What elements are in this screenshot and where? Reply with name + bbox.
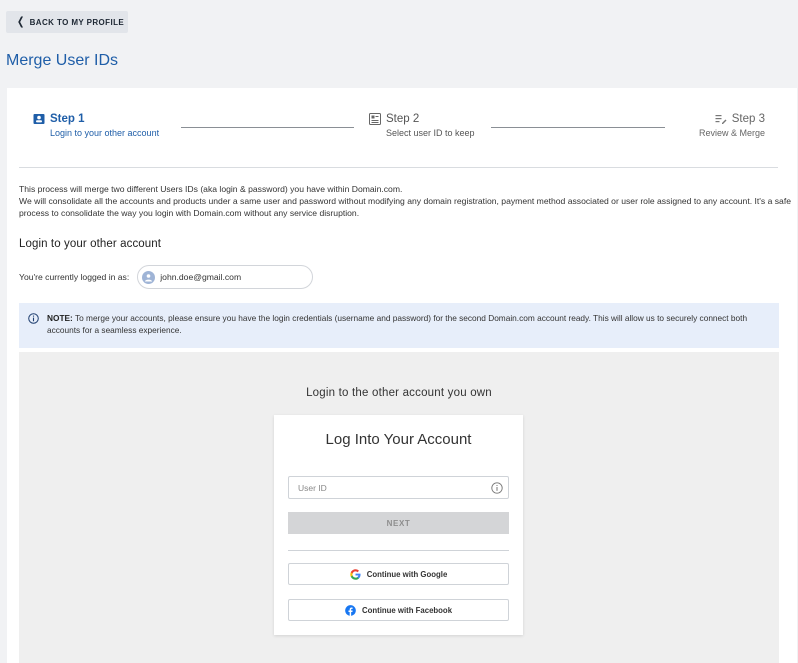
login-form-title: Log Into Your Account (325, 431, 472, 448)
back-to-profile-label: BACK TO MY PROFILE (29, 17, 125, 27)
step-connector-2 (491, 127, 665, 128)
step-2: Step 2 Select user ID to keep (369, 113, 475, 138)
note-banner: NOTE: To merge your accounts, please ens… (19, 303, 779, 348)
user-id-placeholder: User ID (298, 482, 327, 493)
note-label: NOTE: (47, 313, 73, 323)
current-user-email: john.doe@gmail.com (160, 272, 242, 282)
current-user-chip: john.doe@gmail.com (137, 265, 314, 289)
logged-in-label: You're currently logged in as: (19, 272, 130, 282)
login-form-card: Log Into Your Account User ID NEXT Conti… (274, 415, 523, 635)
back-to-profile-button[interactable]: ❮ BACK TO MY PROFILE (6, 11, 128, 33)
next-button[interactable]: NEXT (288, 512, 509, 534)
note-text: To merge your accounts, please ensure yo… (47, 313, 748, 335)
step-3-subtitle: Review & Merge (698, 128, 765, 138)
intro-line-2: We will consolidate all the accounts and… (19, 196, 792, 218)
login-divider (288, 550, 509, 551)
user-avatar-icon (142, 270, 156, 284)
list-icon (369, 113, 381, 125)
chevron-left-icon: ❮ (16, 15, 25, 28)
step-1: Step 1 Login to your other account (33, 113, 159, 138)
stepper-divider (19, 167, 778, 168)
user-id-input[interactable]: User ID (288, 476, 509, 499)
intro-line-1: This process will merge two different Us… (19, 184, 403, 194)
step-connector-1 (181, 127, 354, 128)
edit-list-icon (715, 115, 727, 124)
info-circle-icon (28, 313, 39, 324)
step-2-subtitle: Select user ID to keep (386, 128, 475, 138)
step-1-subtitle: Login to your other account (50, 128, 160, 138)
intro-text: This process will merge two different Us… (19, 183, 793, 219)
login-panel-heading: Login to the other account you own (306, 387, 492, 399)
continue-with-google-button[interactable]: Continue with Google (288, 563, 509, 585)
google-icon (349, 568, 361, 580)
id-card-icon (33, 114, 45, 124)
continue-with-facebook-button[interactable]: Continue with Facebook (288, 599, 509, 621)
step-2-title: Step 2 (386, 113, 420, 125)
step-1-title: Step 1 (50, 113, 85, 125)
step-3-title: Step 3 (731, 113, 765, 125)
page-title: Merge User IDs (6, 52, 119, 69)
google-label: Continue with Google (366, 569, 448, 579)
section-heading: Login to your other account (19, 238, 162, 250)
facebook-label: Continue with Facebook (361, 605, 453, 615)
step-3: Step 3 Review & Merge (699, 113, 765, 138)
login-panel: Login to the other account you own Log I… (19, 352, 779, 663)
current-session-row: You're currently logged in as: john.doe@… (19, 265, 314, 289)
info-circle-icon[interactable] (491, 482, 503, 494)
facebook-icon (345, 604, 356, 616)
merge-card: Step 1 Login to your other account Step … (7, 88, 797, 663)
